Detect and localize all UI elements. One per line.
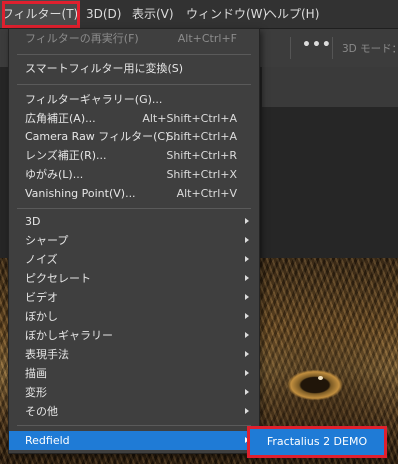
menu-item-noise[interactable]: ノイズ: [9, 250, 259, 269]
menu-item-label: 表現手法: [25, 348, 69, 361]
submenu-arrow-icon: [245, 437, 249, 443]
menu-item-shortcut: Shift+Ctrl+R: [166, 149, 237, 162]
menu-item-liquify[interactable]: ゆがみ(L)... Shift+Ctrl+X: [9, 165, 259, 184]
submenu-arrow-icon: [245, 294, 249, 300]
menu-item-stylize[interactable]: 表現手法: [9, 345, 259, 364]
menu-item-convert-smart-filter[interactable]: スマートフィルター用に変換(S): [9, 59, 259, 78]
menu-item-label: 変形: [25, 386, 47, 399]
menu-item-label: ゆがみ(L)...: [25, 168, 84, 181]
menu-item-3d[interactable]: 3D: [9, 212, 259, 231]
submenu-arrow-icon: [245, 218, 249, 224]
menu-separator: [17, 54, 251, 55]
menu-item-label: ピクセレート: [25, 272, 91, 285]
menu-item-blur[interactable]: ぼかし: [9, 307, 259, 326]
menu-item-label: フィルターギャラリー(G)...: [25, 93, 163, 106]
menu-item-filter-gallery[interactable]: フィルターギャラリー(G)...: [9, 90, 259, 109]
menu-item-shortcut: Alt+Ctrl+V: [176, 187, 237, 200]
menu-view[interactable]: 表示(V): [132, 0, 174, 28]
menu-separator: [17, 208, 251, 209]
menu-item-label: Camera Raw フィルター(C)...: [25, 130, 180, 143]
menu-separator: [17, 425, 251, 426]
menu-item-label: その他: [25, 405, 58, 418]
menu-window[interactable]: ウィンドウ(W): [186, 0, 267, 28]
more-options-icon[interactable]: •••: [302, 37, 332, 53]
eye-highlight: [318, 376, 323, 380]
document-tab[interactable]: [262, 67, 398, 107]
menu-item-fractalius-demo[interactable]: Fractalius 2 DEMO: [250, 429, 384, 455]
menu-item-shortcut: Shift+Ctrl+X: [166, 168, 237, 181]
submenu-arrow-icon: [245, 237, 249, 243]
menu-item-distort[interactable]: 変形: [9, 383, 259, 402]
options-divider: [290, 37, 291, 59]
menu-item-pixelate[interactable]: ピクセレート: [9, 269, 259, 288]
menu-item-sharpen[interactable]: シャープ: [9, 231, 259, 250]
menu-item-label: ぼかしギャラリー: [25, 329, 113, 342]
menu-item-shortcut: Alt+Ctrl+F: [177, 32, 237, 45]
menu-item-label: ビデオ: [25, 291, 58, 304]
submenu-arrow-icon: [245, 275, 249, 281]
menu-item-blur-gallery[interactable]: ぼかしギャラリー: [9, 326, 259, 345]
submenu-arrow-icon: [245, 351, 249, 357]
submenu-arrow-icon: [245, 408, 249, 414]
submenu-arrow-icon: [245, 370, 249, 376]
menu-item-label: レンズ補正(R)...: [25, 149, 107, 162]
menu-item-render[interactable]: 描画: [9, 364, 259, 383]
menu-item-shortcut: Shift+Ctrl+A: [166, 130, 237, 143]
submenu-arrow-icon: [245, 332, 249, 338]
3d-mode-label: 3D モード：: [342, 43, 398, 55]
filter-menu-dropdown: フィルターの再実行(F) Alt+Ctrl+F スマートフィルター用に変換(S)…: [8, 28, 260, 454]
submenu-arrow-icon: [245, 256, 249, 262]
menu-item-label: 3D: [25, 215, 41, 228]
options-divider: [332, 37, 333, 59]
menu-item-label: スマートフィルター用に変換(S): [25, 62, 184, 75]
menu-item-label: シャープ: [25, 234, 69, 247]
menu-item-lens-correction[interactable]: レンズ補正(R)... Shift+Ctrl+R: [9, 146, 259, 165]
menu-filter[interactable]: フィルター(T): [0, 0, 80, 28]
menu-item-shortcut: Alt+Shift+Ctrl+A: [142, 112, 237, 125]
submenu-arrow-icon: [245, 389, 249, 395]
submenu-arrow-icon: [245, 313, 249, 319]
menu-item-video[interactable]: ビデオ: [9, 288, 259, 307]
menu-separator: [17, 84, 251, 85]
menu-help[interactable]: ヘルプ(H): [265, 0, 319, 28]
menu-item-label: 描画: [25, 367, 47, 380]
menu-item-label: ノイズ: [25, 253, 58, 266]
menu-item-adaptive-wide-angle[interactable]: 広角補正(A)... Alt+Shift+Ctrl+A: [9, 109, 259, 128]
menu-item-other[interactable]: その他: [9, 402, 259, 421]
menu-item-label: ぼかし: [25, 310, 58, 323]
menu-item-vanishing-point[interactable]: Vanishing Point(V)... Alt+Ctrl+V: [9, 184, 259, 203]
photoshop-window: フィルター(T) 3D(D) 表示(V) ウィンドウ(W) ヘルプ(H) •••…: [0, 0, 398, 464]
menu-item-label: Redfield: [25, 434, 70, 447]
menu-bar: フィルター(T) 3D(D) 表示(V) ウィンドウ(W) ヘルプ(H): [0, 0, 398, 29]
menu-item-label: Vanishing Point(V)...: [25, 187, 136, 200]
menu-item-camera-raw[interactable]: Camera Raw フィルター(C)... Shift+Ctrl+A: [9, 127, 259, 146]
menu-item-last-filter: フィルターの再実行(F) Alt+Ctrl+F: [9, 29, 259, 48]
menu-item-label: フィルターの再実行(F): [25, 32, 139, 45]
menu-item-redfield[interactable]: Redfield: [9, 431, 259, 450]
menu-item-label: 広角補正(A)...: [25, 112, 96, 125]
menu-3d[interactable]: 3D(D): [86, 0, 121, 28]
